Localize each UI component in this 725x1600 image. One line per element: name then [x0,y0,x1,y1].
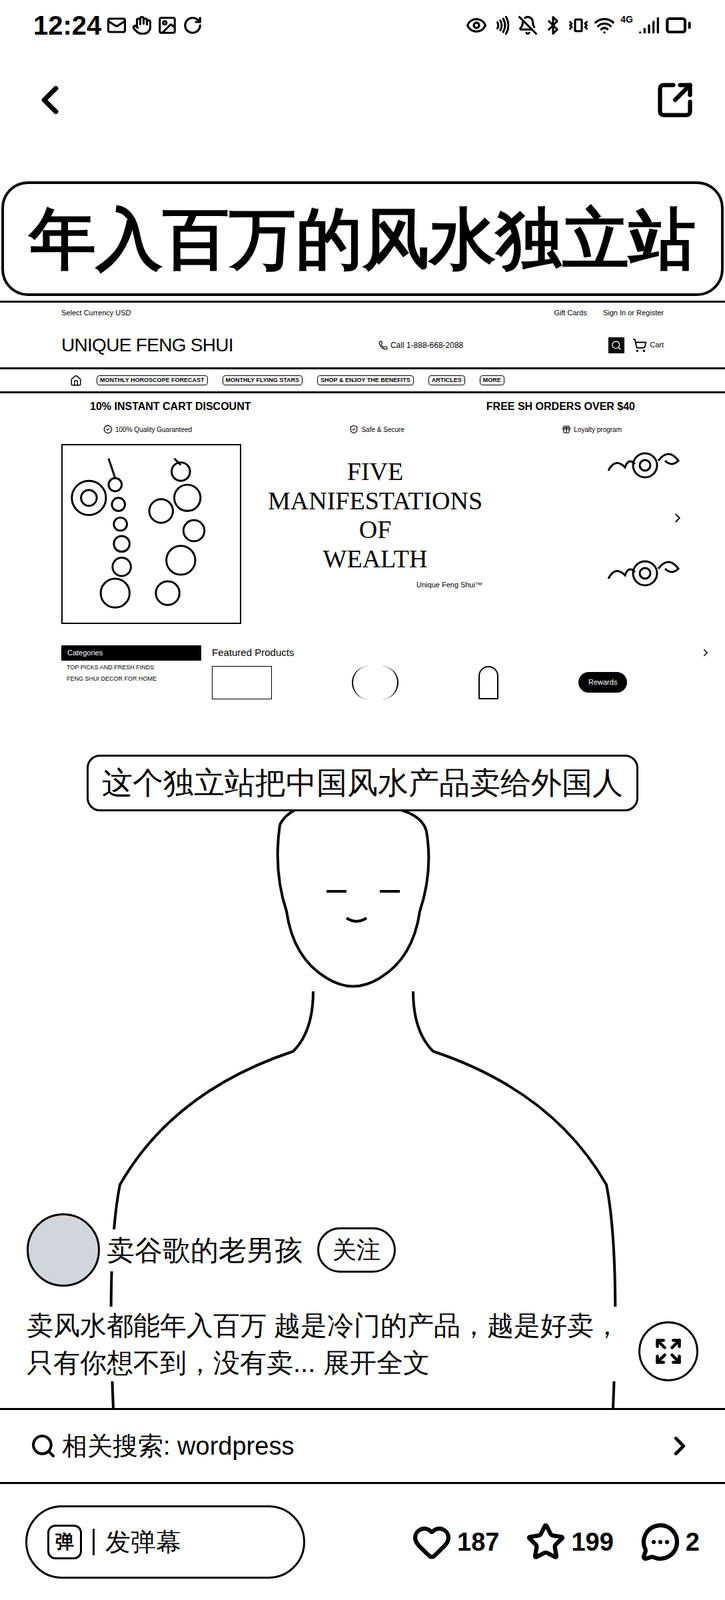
hero-banner: FIVEMANIFESTATIONSOFWEALTH Unique Feng Sh… [0,438,725,639]
quality-icon [103,424,113,434]
expand-link[interactable]: 展开全文 [323,1347,430,1377]
battery-icon [665,11,692,39]
badges-row: 100% Quality Guaranteed Safe & Secure Loya… [0,419,725,439]
categories-title: Categories [61,645,202,661]
search-icon [29,1432,57,1459]
product-image[interactable] [351,665,399,700]
top-nav [0,49,725,150]
fullscreen-icon [653,1336,684,1366]
category-item[interactable]: FENG SHUI DECOR FOR HOME [61,674,202,684]
share-icon [655,79,696,120]
nfc-icon [492,15,513,36]
back-button[interactable] [26,76,74,124]
favorite-button[interactable]: 199 [525,1521,614,1562]
cart-icon [632,337,648,353]
video-frame[interactable]: 年入百万的风水独立站Select Currency USDGift CardsS… [0,149,725,1408]
mail-icon [106,15,127,36]
categories-panel: Categories TOP PICKS AND FRESH FINDSFENG … [61,645,202,750]
product-image[interactable] [478,665,499,700]
home-icon[interactable] [69,374,82,387]
site-nav-item[interactable]: ARTICLES [428,375,466,386]
loyalty-icon [561,424,572,434]
cart-link[interactable]: Cart [632,337,664,353]
author-avatar[interactable] [26,1212,100,1287]
phone-icon [378,340,388,350]
related-search[interactable]: 相关搜索: wordpress [0,1407,725,1484]
products-section: Categories TOP PICKS AND FRESH FINDSFENG … [0,638,725,750]
top-link[interactable]: Sign In or Register [603,307,664,319]
promo-text: 10% INSTANT CART DISCOUNT [89,398,252,415]
comment-icon [640,1521,681,1562]
back-icon [26,76,74,124]
top-link[interactable]: Gift Cards [553,307,588,319]
network-type: 4G [620,14,634,24]
eye-icon [465,14,488,36]
like-button[interactable]: 187 [411,1521,500,1562]
sync-icon [182,15,203,36]
site-nav-item[interactable]: MONTHLY HOROSCOPE FORECAST [96,375,208,386]
site-nav-item[interactable]: SHOP & ENJOY THE BENEFITS [317,375,414,386]
site-topbar: Select Currency USD Gift Cards Sign In or … [0,302,725,323]
site-header: UNIQUE FENG SHUI Call 1-888-668-2088 Cart [0,322,725,370]
hand-icon [131,15,152,36]
danmaku-input[interactable]: 弹发弹幕 [25,1504,306,1578]
fullscreen-button[interactable] [638,1320,699,1381]
bottom-bar: 弹发弹幕 187 199 2 [0,1483,725,1600]
site-nav: MONTHLY HOROSCOPE FORECAST MONTHLY FLYING… [0,369,725,394]
search-icon [611,339,622,351]
currency-select[interactable]: Select Currency USD [61,307,132,319]
mute-icon [517,15,538,36]
wifi-icon [593,14,616,36]
divider [92,1527,95,1555]
carousel-next-icon[interactable] [670,510,686,526]
app: 12:24 4G 年入百万的风水独立站 Select Currency USD Gift… [0,0,725,1600]
chevron-right-icon [664,1430,696,1461]
status-bar: 12:24 4G [0,0,725,50]
cloud-coin-icon [605,443,686,484]
featured-title: Featured Products [211,645,294,661]
caption-overlay: 这个独立站把中国风水产品卖给外国人 [86,754,639,811]
trust-badge: 100% Quality Guaranteed [103,424,192,435]
star-icon [525,1521,566,1562]
video-description: 卖风水都能年入百万 越是冷门的产品，越是好卖，只有你想不到，没有卖...展开全文 [26,1306,628,1381]
status-time: 12:24 [33,11,102,39]
title-overlay: 年入百万的风水独立站 [1,181,724,296]
category-item[interactable]: TOP PICKS AND FRESH FINDS [61,663,202,673]
promo-text: FREE SH ORDERS OVER $40 [486,398,636,415]
site-nav-item[interactable]: MORE [479,375,505,386]
featured-next-icon[interactable] [699,646,712,659]
comment-button[interactable]: 2 [640,1521,700,1562]
site-nav-item[interactable]: MONTHLY FLYING STARS [222,375,304,386]
charms-image-icon [61,443,242,624]
presenter-area: 卖谷歌的老男孩关注卖风水都能年入百万 越是冷门的产品，越是好卖，只有你想不到，没… [0,810,725,1408]
share-button[interactable] [651,76,699,124]
secure-icon [349,424,359,434]
vibrate-icon [568,15,589,36]
heart-icon [411,1521,452,1562]
banner-brand: Unique Feng Shui™ [416,579,483,591]
promo-strip: 10% INSTANT CART DISCOUNT FREE SH ORDERS … [0,393,725,420]
trust-badge: Loyalty program [561,424,622,435]
banner-title: FIVEMANIFESTATIONSOFWEALTH [267,457,483,574]
danmaku-icon: 弹 [47,1523,82,1559]
product-image[interactable] [211,665,272,700]
website-screenshot: Select Currency USD Gift Cards Sign In or … [0,300,725,750]
image-icon [157,15,178,36]
search-button[interactable] [608,337,625,354]
site-phone[interactable]: Call 1-888-668-2088 [378,339,464,352]
trust-badge: Safe & Secure [349,424,404,435]
follow-button[interactable]: 关注 [317,1226,396,1273]
author-name[interactable]: 卖谷歌的老男孩 [106,1228,303,1271]
rewards-button[interactable]: Rewards [578,671,628,693]
site-logo[interactable]: UNIQUE FENG SHUI [61,331,234,360]
cloud-icon [605,551,686,592]
bluetooth-icon [543,15,564,36]
author-row: 卖谷歌的老男孩关注 [26,1212,699,1287]
signal-icon [638,14,660,36]
